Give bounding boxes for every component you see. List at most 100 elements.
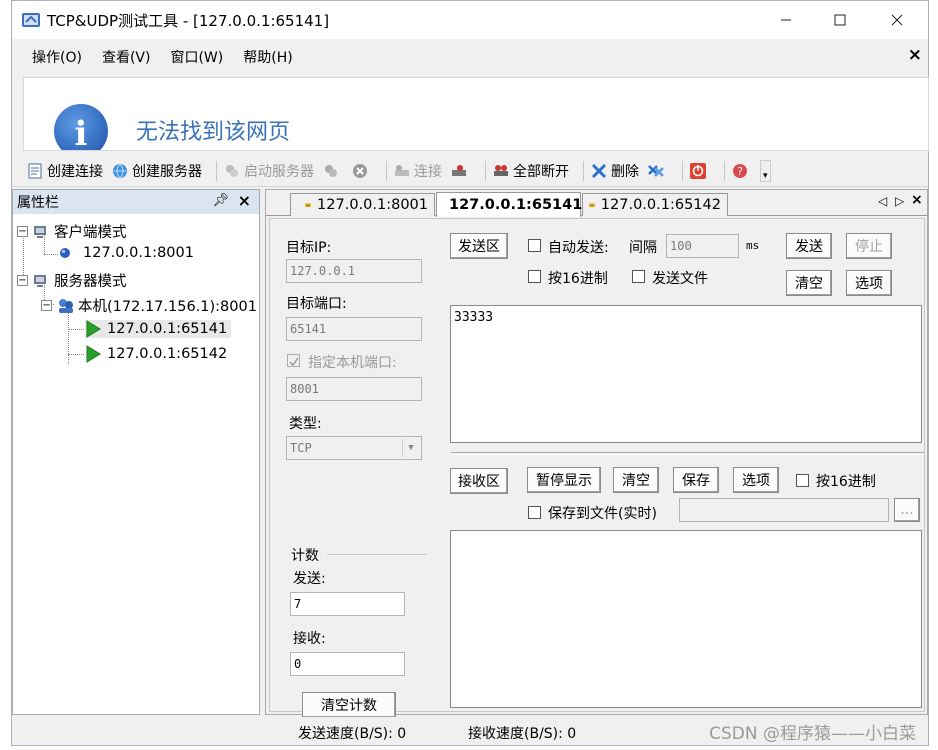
new-connection-icon	[28, 163, 42, 178]
counter-group-line	[327, 554, 427, 555]
mdi-close-icon[interactable]: ×	[908, 45, 922, 65]
menu-window[interactable]: 窗口(W)	[170, 47, 223, 67]
send-file-label: 发送文件	[652, 271, 708, 287]
local-port-checkbox[interactable]	[287, 354, 300, 367]
tab-8001[interactable]: 127.0.0.1:8001	[290, 193, 435, 216]
tab-next-icon[interactable]: ▷	[895, 194, 904, 208]
collapse-icon[interactable]: −	[41, 300, 52, 311]
send-button[interactable]: 发送	[786, 233, 832, 259]
save-button[interactable]: 保存	[673, 467, 719, 493]
delete-all-button[interactable]	[647, 162, 668, 180]
connect-label: 连接	[414, 163, 442, 180]
checkmark-icon	[289, 357, 299, 367]
target-ip-field[interactable]: 127.0.0.1	[286, 259, 422, 283]
maximize-button[interactable]	[817, 1, 863, 39]
help-icon: ?	[733, 163, 747, 178]
banner-message: 无法找到该网页	[136, 120, 291, 145]
splitter[interactable]	[451, 452, 924, 455]
menu-view[interactable]: 查看(V)	[102, 47, 151, 67]
collapse-icon[interactable]: −	[17, 275, 28, 286]
pin-icon[interactable]: 📌︎	[212, 193, 229, 208]
send-file-checkbox[interactable]	[632, 270, 645, 283]
delete-label: 删除	[611, 163, 639, 180]
toolbar-overflow-button[interactable]: ▾	[760, 159, 771, 182]
connection-dot-icon	[60, 248, 70, 258]
property-pane-title: 属性栏	[17, 195, 59, 211]
recv-clear-button[interactable]: 清空	[613, 467, 659, 493]
send-options-button[interactable]: 选项	[846, 270, 892, 296]
disconnect-all-button[interactable]: 全部断开	[492, 161, 569, 181]
tab-prev-icon[interactable]: ◁	[878, 194, 887, 208]
recv-area-button[interactable]: 接收区	[450, 468, 508, 494]
tree-node-server-conn-2[interactable]: 127.0.0.1:65142	[85, 345, 227, 363]
tab-65142[interactable]: 127.0.0.1:65142	[582, 193, 728, 216]
send-hex-label: 按16进制	[548, 271, 608, 287]
stop-button[interactable]: 停止	[846, 233, 892, 259]
delete-button[interactable]: 删除	[590, 161, 639, 181]
create-server-button[interactable]: 创建服务器	[111, 161, 202, 181]
server-conn-2-label: 127.0.0.1:65142	[107, 346, 228, 362]
send-clear-button[interactable]: 清空	[786, 270, 832, 296]
server-stop-icon	[325, 164, 337, 177]
save-path-field[interactable]	[679, 498, 889, 522]
app-window: TCP&UDP测试工具 - [127.0.0.1:65141] 操作(O) 查看…	[11, 0, 929, 746]
tab-65141[interactable]: 127.0.0.1:65141	[436, 192, 582, 217]
tree-node-server-host[interactable]: − 本机(172.17.156.1):8001	[41, 295, 257, 316]
start-server-label: 启动服务器	[244, 163, 314, 180]
computer-icon	[34, 225, 46, 238]
close-icon	[891, 14, 903, 26]
clear-count-button[interactable]: 清空计数	[302, 692, 396, 718]
pause-display-button[interactable]: 暂停显示	[527, 467, 601, 493]
tree-node-server-mode[interactable]: − 服务器模式	[17, 270, 127, 291]
type-select-value: TCP	[290, 441, 312, 455]
menu-help[interactable]: 帮助(H)	[243, 47, 292, 67]
send-count-label: 发送:	[293, 571, 326, 587]
auto-send-checkbox[interactable]	[528, 239, 541, 252]
about-button[interactable]: ?	[731, 162, 752, 180]
send-area-button[interactable]: 发送区	[450, 233, 508, 259]
interval-label: 间隔	[629, 240, 657, 256]
recv-count-field[interactable]: 0	[290, 652, 405, 676]
menu-operate[interactable]: 操作(O)	[32, 47, 82, 67]
computer-icon	[34, 274, 46, 287]
tab-strip: 127.0.0.1:8001 127.0.0.1:65141 127.0.0.1…	[266, 190, 927, 217]
collapse-icon[interactable]: −	[17, 226, 28, 237]
power-button[interactable]	[689, 162, 710, 180]
tree-node-client-mode[interactable]: − 客户端模式	[17, 221, 127, 242]
connect-button[interactable]: 连接	[393, 161, 442, 181]
recv-hex-checkbox[interactable]	[796, 474, 809, 487]
send-textarea[interactable]: 33333	[450, 305, 922, 443]
recv-hex-label: 按16进制	[816, 474, 876, 490]
tab-close-icon[interactable]: ×	[911, 192, 923, 208]
tree-line	[68, 310, 69, 364]
recv-textarea[interactable]	[450, 530, 922, 708]
minimize-button[interactable]	[763, 1, 809, 39]
recv-options-button[interactable]: 选项	[733, 467, 779, 493]
send-speed: 发送速度(B/S): 0	[298, 726, 407, 742]
pane-close-icon[interactable]: ×	[238, 191, 251, 210]
send-count-field[interactable]: 7	[290, 592, 405, 616]
browse-button[interactable]: ...	[894, 498, 920, 522]
globe-icon	[113, 163, 127, 178]
tree-node-server-conn-1[interactable]: 127.0.0.1:65141	[85, 320, 232, 338]
delete-all-icon	[648, 164, 664, 177]
create-connection-button[interactable]: 创建连接	[26, 161, 103, 181]
tree-node-client-conn[interactable]: 127.0.0.1:8001	[58, 245, 194, 261]
close-button[interactable]	[874, 1, 920, 39]
type-select[interactable]: TCP ▼	[286, 436, 422, 460]
target-port-field[interactable]: 65141	[286, 317, 422, 341]
disconnect-button[interactable]	[450, 162, 471, 180]
local-port-field[interactable]: 8001	[286, 377, 422, 401]
cancel-button[interactable]	[351, 162, 372, 180]
svg-text:?: ?	[737, 165, 743, 178]
chevron-down-icon: ▼	[402, 439, 419, 457]
save-to-file-checkbox[interactable]	[528, 506, 541, 519]
auto-send-label: 自动发送:	[548, 240, 609, 256]
interval-field[interactable]: 100	[666, 234, 739, 258]
power-icon	[690, 162, 706, 179]
tree-line	[68, 354, 84, 355]
start-server-button[interactable]: 启动服务器	[223, 161, 314, 181]
create-connection-label: 创建连接	[47, 163, 103, 180]
server-stop-button[interactable]	[322, 162, 343, 180]
send-hex-checkbox[interactable]	[528, 270, 541, 283]
